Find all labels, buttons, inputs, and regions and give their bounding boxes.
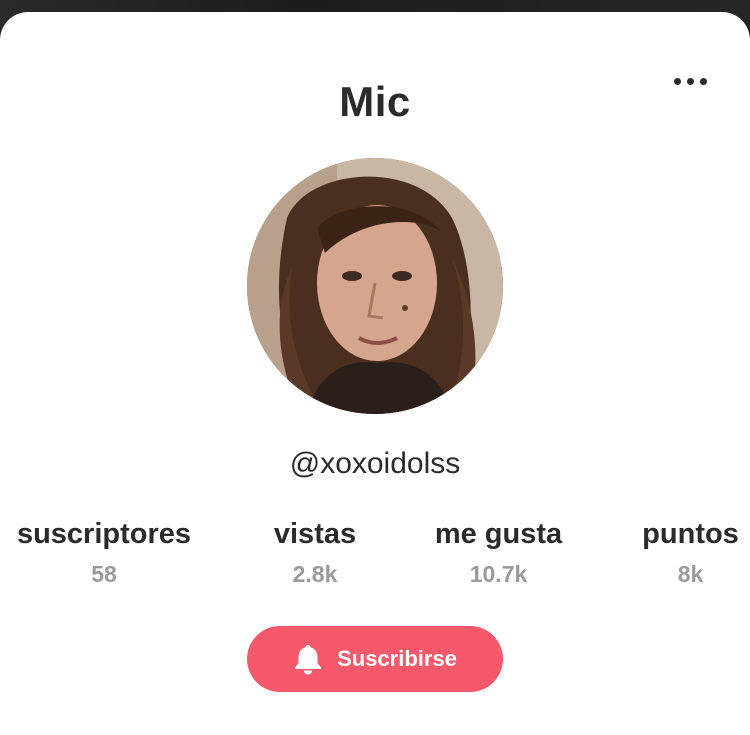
profile-name: Mic xyxy=(339,78,411,125)
stat-label: puntos xyxy=(642,518,739,550)
subscribe-button[interactable]: Suscribirse xyxy=(247,626,503,692)
profile-handle: @xoxoidolss xyxy=(289,447,461,480)
bell-icon xyxy=(295,645,322,675)
avatar-image xyxy=(247,158,503,414)
stat-points[interactable]: puntos 8k xyxy=(633,518,748,588)
stat-value: 8k xyxy=(677,561,704,587)
avatar[interactable] xyxy=(247,158,503,414)
stat-label: vistas xyxy=(273,518,357,550)
stat-value: 10.7k xyxy=(469,561,528,587)
stat-subscribers[interactable]: suscriptores 58 xyxy=(3,518,205,588)
subscribe-label: Suscribirse xyxy=(337,646,457,671)
stat-label: suscriptores xyxy=(16,518,192,550)
stat-likes[interactable]: me gusta 10.7k xyxy=(425,518,572,588)
stat-label: me gusta xyxy=(434,518,563,550)
stat-value: 2.8k xyxy=(292,561,338,587)
profile-sheet: Mic @xoxoidolss suscriptores 58 vistas 2… xyxy=(0,12,750,735)
stat-value: 58 xyxy=(91,561,117,587)
stat-views[interactable]: vistas 2.8k xyxy=(263,518,367,588)
